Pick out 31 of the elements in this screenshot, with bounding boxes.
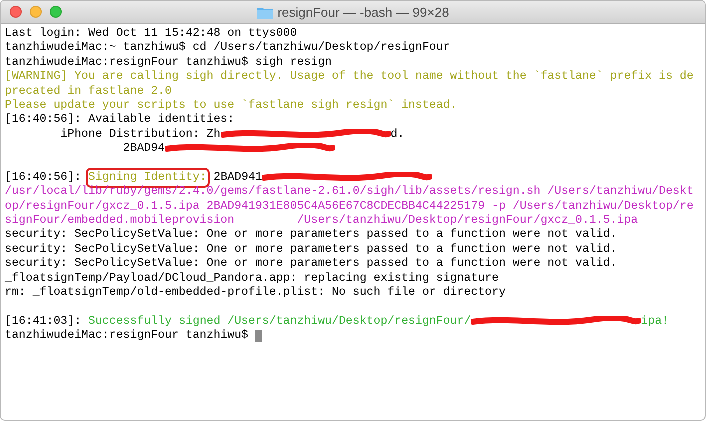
terminal-text: op/resignFour/gxcz_0.1.5.ipa 2BAD941931E805C4A56E67C8CDECBB4C44225179 -p /Users/tanzhiwu/Desktop/re: [5, 200, 694, 214]
terminal-text: security: SecPolicySetValue: One or more parameters passed to a function were not valid.: [5, 228, 618, 243]
terminal-text: tanzhiwudeiMac:resignFour tanzhiwu$: [5, 329, 250, 344]
terminal-text: d.: [390, 128, 405, 142]
terminal-text: Successfully signed /Users/tanzhiwu/Desktop/resignFour/: [88, 314, 472, 330]
terminal-text: [16:40:56]: Available identities:: [5, 113, 235, 128]
terminal-text: iPhone Distribution: Zh: [60, 128, 221, 142]
highlighted-text: Signing Identity:: [88, 170, 207, 186]
terminal-text: 2BAD94: [122, 142, 166, 157]
terminal-text: tanzhiwudeiMac:resignFour tanzhiwu$ sigh resign: [5, 56, 332, 70]
terminal-text: rm: _floatsignTemp/old-embedded-profile.plist: No such file or directory: [5, 286, 506, 300]
terminal-text: security: SecPolicySetValue: One or more parameters passed to a function were not valid.: [5, 242, 618, 258]
terminal-text: [16:40:56]:: [5, 170, 83, 186]
zoom-icon[interactable]: [50, 6, 62, 18]
text-cursor: [255, 330, 262, 342]
close-icon[interactable]: [10, 6, 22, 18]
terminal-text: /usr/local/lib/ruby/gems/2.4.0/gems/fastlane-2.61.0/sigh/lib/assets/resign.sh /Users/tanzhiwu/Deskt: [5, 185, 694, 200]
terminal-text: precated in fastlane 2.0: [5, 84, 172, 99]
terminal-text: ipa!: [641, 314, 669, 330]
terminal-text: [WARNING] You are calling sigh directly. Usage of the tool name without the `fastlane` prefix is de: [5, 70, 694, 85]
terminal-text: signFour/embedded.mobileprovision /Users/tanzhiwu/Desktop/resignFour/gxcz_0.1.5.ipa: [5, 214, 638, 228]
folder-icon: [256, 6, 273, 18]
terminal-text: Last login: Wed Oct 11 15:42:48 on ttys000: [5, 27, 298, 42]
terminal-text: 2BAD941: [212, 170, 262, 186]
terminal-text: _floatsignTemp/Payload/DCloud_Pandora.app: replacing existing signature: [5, 272, 499, 286]
terminal-text: security: SecPolicySetValue: One or more parameters passed to a function were not valid.: [5, 257, 618, 272]
terminal-text: tanzhiwudeiMac:~ tanzhiwu$ cd /Users/tanzhiwu/Desktop/resignFour: [5, 41, 450, 56]
terminal-text: [16:41:03]:: [5, 314, 83, 330]
window-title: resignFour — -bash — 99×28: [278, 4, 450, 20]
minimize-icon[interactable]: [30, 6, 42, 18]
terminal-text: Please update your scripts to use `fastlane sigh resign` instead.: [5, 98, 458, 114]
